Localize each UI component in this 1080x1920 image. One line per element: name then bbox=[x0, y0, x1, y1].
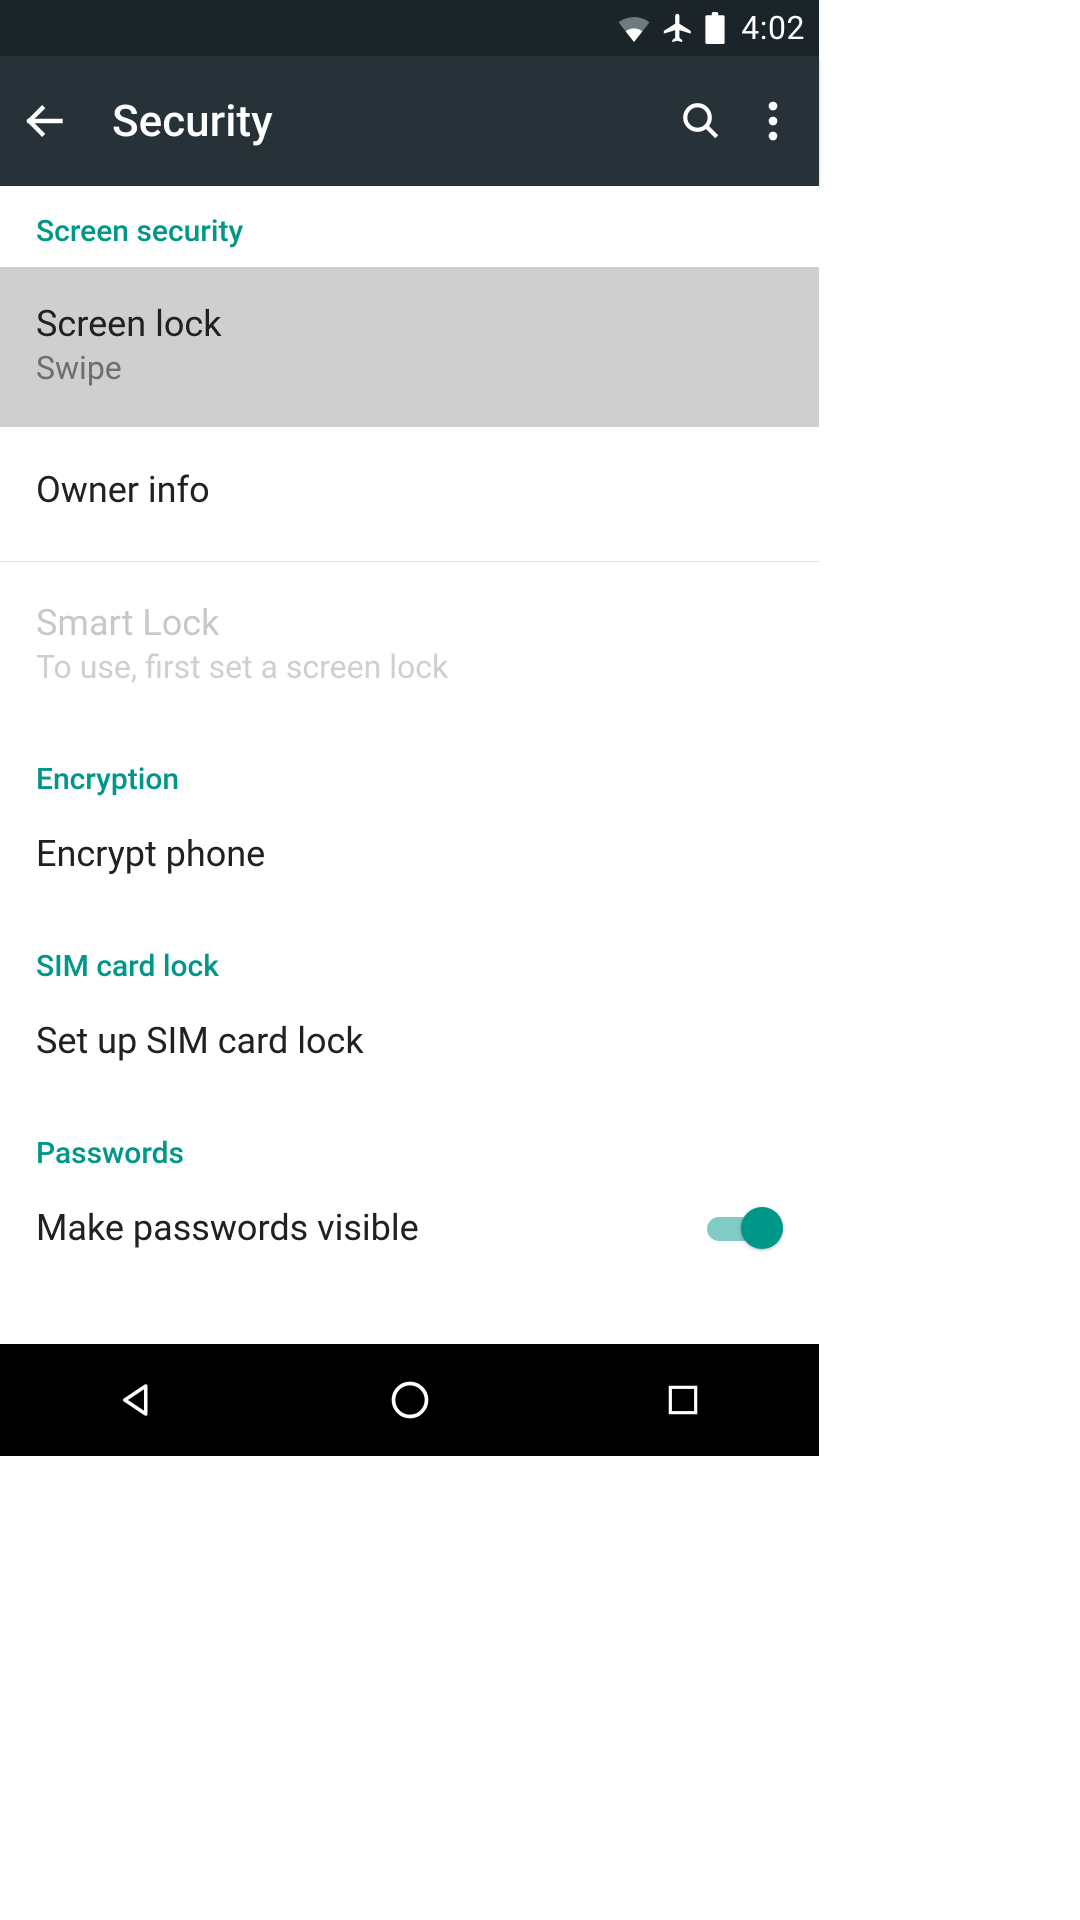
item-subtitle: Swipe bbox=[36, 349, 221, 387]
item-title: Make passwords visible bbox=[36, 1207, 419, 1249]
item-sim-card-lock[interactable]: Set up SIM card lock bbox=[0, 1002, 819, 1100]
navigation-bar bbox=[0, 1344, 819, 1456]
battery-icon bbox=[705, 12, 725, 44]
item-smart-lock: Smart Lock To use, first set a screen lo… bbox=[0, 562, 819, 726]
item-title: Set up SIM card lock bbox=[36, 1020, 364, 1062]
item-title: Screen lock bbox=[36, 303, 221, 345]
item-password-visible[interactable]: Make passwords visible bbox=[0, 1189, 819, 1285]
item-owner-info[interactable]: Owner info bbox=[0, 427, 819, 562]
item-title: Owner info bbox=[36, 469, 210, 511]
nav-home-button[interactable] bbox=[380, 1370, 440, 1430]
section-header-sim: SIM card lock bbox=[0, 913, 819, 1002]
section-header-screen-security: Screen security bbox=[0, 186, 819, 267]
item-subtitle: To use, first set a screen lock bbox=[36, 648, 448, 686]
page-title: Security bbox=[112, 95, 655, 147]
status-bar: 4:02 bbox=[0, 0, 819, 56]
app-bar: Security bbox=[0, 56, 819, 186]
password-visible-toggle[interactable] bbox=[707, 1207, 783, 1249]
wifi-icon bbox=[617, 14, 651, 42]
status-icons: 4:02 bbox=[617, 9, 805, 47]
item-screen-lock[interactable]: Screen lock Swipe bbox=[0, 267, 819, 427]
nav-recent-button[interactable] bbox=[653, 1370, 713, 1430]
back-button[interactable] bbox=[20, 97, 68, 145]
item-title: Smart Lock bbox=[36, 602, 448, 644]
item-title: Encrypt phone bbox=[36, 833, 265, 875]
item-encrypt-phone[interactable]: Encrypt phone bbox=[0, 815, 819, 913]
status-time: 4:02 bbox=[741, 9, 805, 47]
airplane-mode-icon bbox=[661, 11, 695, 45]
overflow-menu-button[interactable] bbox=[747, 95, 799, 147]
nav-back-button[interactable] bbox=[107, 1370, 167, 1430]
section-header-passwords: Passwords bbox=[0, 1100, 819, 1189]
section-header-encryption: Encryption bbox=[0, 726, 819, 815]
toggle-thumb bbox=[741, 1207, 783, 1249]
search-button[interactable] bbox=[675, 95, 727, 147]
settings-list: Screen security Screen lock Swipe Owner … bbox=[0, 186, 819, 1285]
